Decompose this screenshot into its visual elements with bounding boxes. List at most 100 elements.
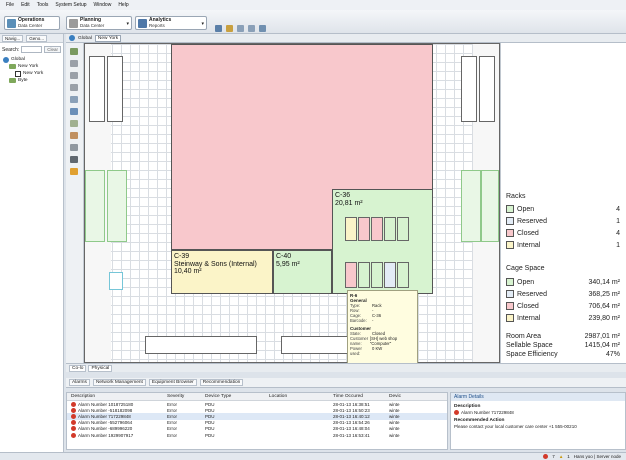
warning-count[interactable]: 1 [567,454,570,459]
tab-equipment-browser[interactable]: Equipment Browser [148,379,197,386]
room-c39[interactable]: C-39 Steinway & Sons (Internal) 10,40 m² [171,250,273,294]
table-row[interactable]: Alarm Number -518182098 Error PDU 28-01-13 … [67,407,447,413]
rack-tool-icon[interactable] [70,132,78,139]
tab-network-management[interactable]: Network Management [92,379,146,386]
search-input[interactable] [21,46,43,53]
legend-cage-closed: Closed 706,64 m² [506,301,620,311]
table-row[interactable]: Alarm Number -689996220 Error PDU 28-01-13 … [67,426,447,432]
grid-icon[interactable] [70,120,78,127]
rack-row-outline[interactable] [145,336,257,354]
text-tool-icon[interactable] [70,156,78,163]
tab-geno[interactable]: Geno... [26,34,48,42]
column-time-occured[interactable]: Time Occured [333,394,389,399]
planning-launcher[interactable]: Planning Data Center ▾ [66,16,132,30]
tree-item-byte[interactable]: Byte [3,77,63,84]
room-c39-area: 10,40 m² [174,268,202,275]
cut-icon[interactable] [248,25,255,32]
menu-edit[interactable]: Edit [21,2,30,8]
layers-icon[interactable] [70,108,78,115]
menu-tools[interactable]: Tools [37,2,49,8]
save-icon[interactable] [215,25,222,32]
room-c40[interactable]: C-40 5,95 m² [273,250,332,294]
rack[interactable] [358,262,370,288]
tree-item-new-york-building[interactable]: New York [3,70,63,77]
table-row[interactable]: Alarm Number 1018725180 Error PDU 28-01-13 … [67,401,447,407]
column-device[interactable]: Devic [389,394,409,399]
view-tab-bar: Co-lo Physical [66,363,626,372]
rack[interactable] [397,262,409,288]
zoom-out-icon[interactable] [70,72,78,79]
clear-button[interactable]: Clear [44,46,61,53]
open-zone[interactable] [85,170,105,242]
column-location[interactable]: Location [269,394,333,399]
operations-icon [7,18,16,28]
error-count[interactable]: 7 [552,454,555,459]
launcher-bar: Operations Data Center Planning Data Cente… [0,10,626,34]
rack[interactable] [371,262,383,288]
tree-item-new-york[interactable]: New York [3,63,63,70]
table-row[interactable]: Alarm Number -552796064 Error PDU 28-01-13 … [67,420,447,426]
tool-palette [66,43,84,363]
legend-panel: Racks Open 4 Reserved 1 Closed 4 Internal 1 … [500,43,626,363]
room-c36[interactable]: C-36 20,81 m² [332,189,433,294]
planning-icon [69,18,78,28]
pan-icon[interactable] [70,96,78,103]
tab-recommendation[interactable]: Recommendation [199,379,244,386]
rack[interactable] [358,217,370,241]
rack[interactable] [345,262,357,288]
column-severity[interactable]: Severity [167,394,205,399]
menu-system-setup[interactable]: System Setup [55,2,86,8]
analytics-launcher[interactable]: Analytics Reports ▾ [135,16,207,30]
settings-icon[interactable] [259,25,266,32]
legend-racks-reserved: Reserved 1 [506,216,620,226]
menu-file[interactable]: File [6,2,14,8]
rack[interactable] [397,217,409,241]
rack-outline[interactable] [89,56,105,122]
zoom-in-icon[interactable] [70,60,78,67]
recommended-action-text: Please contact your local customer care … [454,424,577,429]
reserved-zone[interactable] [109,272,123,290]
open-zone[interactable] [107,170,127,242]
breadcrumb[interactable]: New York [94,34,122,42]
rack-outline[interactable] [107,56,123,122]
zoom-fit-icon[interactable] [70,84,78,91]
tab-global[interactable]: Global [78,36,92,41]
refresh-icon[interactable] [237,25,244,32]
edit-icon[interactable] [226,25,233,32]
column-description[interactable]: Description [67,394,167,399]
rack[interactable] [384,262,396,288]
rack[interactable] [371,217,383,241]
tree-item-global[interactable]: Global [3,56,63,63]
floor-plan-canvas[interactable]: C-36 20,81 m² C-39 Steinway & Sons (Inte… [84,43,500,363]
room-c39-name: C-39 [174,253,190,260]
rack-outline[interactable] [479,56,495,122]
rack[interactable] [345,217,357,241]
wall-tool-icon[interactable] [70,144,78,151]
tab-navigator[interactable]: Navig... [2,34,24,42]
tooltip-row: Barcode: - [350,318,374,323]
menu-window[interactable]: Window [94,2,112,8]
tab-colo[interactable]: Co-lo [69,364,87,372]
chevron-down-icon[interactable]: ▾ [201,21,204,27]
operations-launcher[interactable]: Operations Data Center [4,16,60,30]
tab-alarms[interactable]: Alarms [69,379,90,386]
room-c40-name: C-40 [276,253,292,260]
error-icon [71,401,76,407]
open-zone[interactable] [481,170,499,242]
description-heading: Description [454,404,481,409]
globe-icon [3,56,9,63]
tab-physical[interactable]: Physical [88,364,113,372]
room-c36-name: C-36 [335,192,351,199]
chevron-down-icon[interactable]: ▾ [126,21,129,27]
legend-racks-closed: Closed 4 [506,228,620,238]
column-device-type[interactable]: Device Type [205,394,269,399]
table-row[interactable]: Alarm Number 717229848 Error PDU 28-01-13 1… [67,413,447,420]
rack[interactable] [384,217,396,241]
open-zone[interactable] [461,170,481,242]
menu-help[interactable]: Help [118,2,128,8]
table-row[interactable]: Alarm Number 1929907917 Error PDU 28-01-13 … [67,432,447,438]
select-tool-icon[interactable] [70,48,78,55]
lock-icon[interactable] [70,168,78,175]
rack-outline[interactable] [461,56,477,122]
legend-cage-reserved: Reserved 368,25 m² [506,289,620,299]
